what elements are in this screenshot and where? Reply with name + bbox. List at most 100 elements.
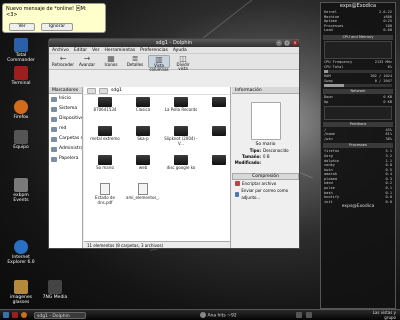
place-dispositivos[interactable]: Dispositivos de (49, 114, 82, 124)
menu-preferencias[interactable]: Preferencias (140, 47, 168, 53)
notification-ignore-button[interactable]: Ignorar (41, 23, 73, 31)
maximize-icon[interactable]: □ (284, 40, 290, 46)
menu-archivo[interactable]: Archivo (52, 47, 69, 53)
desktop-icon-terminal[interactable]: Terminal (4, 66, 38, 86)
file-item[interactable]: 870641534 (88, 96, 122, 122)
folder-icon (212, 97, 226, 107)
menu-ver[interactable]: Ver (92, 47, 99, 53)
file-item[interactable]: La Polla Records (164, 96, 198, 122)
desktop-icon-label: glasses (12, 300, 30, 305)
toolbar-label: Iconos (104, 62, 118, 67)
action-label: Enviar por correo como adjunto... (241, 188, 289, 200)
details-view-button[interactable]: ≣ Detalles (124, 55, 146, 68)
place-carpetas-usuario[interactable]: Carpetas de usu (49, 134, 82, 144)
desktop-icon-equipo[interactable]: Equipo (4, 130, 38, 150)
place-label: Administrador (59, 146, 82, 151)
monitor-row: Swap 0 / 2047 (321, 79, 395, 84)
folder-icon (98, 97, 112, 107)
notification-view-button[interactable]: Ver (9, 23, 35, 31)
file-item[interactable]: metal extremo (88, 125, 122, 151)
icons-view-button[interactable]: ▦ Iconos (100, 55, 122, 68)
columns-view-button[interactable]: ▥ Vista columnas (148, 55, 170, 72)
desktop-icon-internet-explorer[interactable]: Internet Explorer 6.0 (4, 240, 38, 265)
breadcrumb-current[interactable]: sdg1 (111, 88, 122, 93)
folder-icon (136, 126, 150, 136)
monitor-process-rows: firefox 5.1 Xorg 3.2 dolphin 1.1 conky 0.8 kwin 0… (321, 149, 395, 204)
notification-popup: Nuevo mensaje de *online! 回M: <3> Ver Ig… (2, 3, 106, 33)
desktop-icon-media[interactable]: 7NG Media (38, 280, 72, 300)
file-item[interactable]: Estado de dns.pdf (88, 183, 122, 209)
places-header: Marcadores (49, 87, 82, 94)
menu-ayuda[interactable]: Ayuda (173, 47, 187, 53)
minimize-icon[interactable]: – (276, 40, 282, 46)
desktop-icon-events[interactable]: exbpm Events (4, 178, 38, 203)
monitor-system-rows: Kernel 2.6.22 Machine i686 Uptime 0:25 Process… (321, 10, 395, 33)
monitor-processes-header: Processes (323, 143, 393, 149)
desktop-icon-firefox[interactable]: Firefox (4, 100, 38, 120)
folder-icon (98, 126, 112, 136)
system-monitor: exps@Exodica Kernel 2.6.22 Machine i686 Upti… (320, 2, 396, 309)
desktop-icon-label: Equipo (13, 145, 29, 150)
desktop-icon-label: 7NG Media (42, 295, 68, 300)
file-item[interactable]: Ska-p (126, 125, 160, 151)
start-menu-button[interactable] (3, 312, 9, 319)
file-item[interactable]: web (126, 154, 160, 180)
place-red[interactable]: red (49, 124, 82, 134)
network-icon (51, 126, 57, 132)
window-title: sdg1 - Dolphin (155, 40, 193, 46)
firefox-icon (21, 312, 27, 318)
file-item[interactable] (202, 96, 236, 122)
places-panel: Marcadores Inicio Sistema Dispositivos d… (49, 87, 83, 248)
back-button[interactable]: ← Retroceder (52, 55, 74, 68)
computer-icon (14, 130, 28, 144)
file-item[interactable] (202, 125, 236, 151)
toolbar-label: Retroceder (52, 62, 74, 67)
folder-icon (136, 155, 150, 165)
place-inicio[interactable]: Inicio (49, 94, 82, 104)
action-label: Encriptar archivo (242, 181, 277, 186)
action-encrypt[interactable]: Encriptar archivo (232, 180, 299, 187)
window-titlebar[interactable]: sdg1 - Dolphin – □ × (49, 39, 299, 47)
tray-volume[interactable] (296, 312, 302, 319)
file-item[interactable]: disc google ko (164, 154, 198, 180)
close-icon[interactable]: × (292, 40, 298, 46)
taskbar-window-dolphin[interactable]: sdg1 - Dolphin (34, 312, 86, 319)
desktop-icon-total-commander[interactable]: Total Commander (4, 38, 38, 63)
menu-herramientas[interactable]: Herramientas (105, 47, 136, 53)
document-icon (100, 183, 110, 195)
file-item[interactable]: ami_elementos_... (126, 183, 160, 209)
desktop-icon-imagenes[interactable]: imagenes glasses (4, 280, 38, 305)
menu-editar[interactable]: Editar (74, 47, 87, 53)
launcher-terminal[interactable] (12, 312, 18, 319)
desktop-icon-label: Commander (7, 58, 35, 63)
monitor-key: Load (324, 28, 333, 33)
place-papelera[interactable]: Papelera (49, 154, 82, 164)
monitor-key: init (324, 199, 333, 204)
file-item[interactable]: Clasica (126, 96, 160, 122)
place-administrador[interactable]: Administrador (49, 144, 82, 154)
monitor-key: Swap (324, 78, 333, 83)
breadcrumb-button[interactable] (87, 87, 96, 94)
info-key: Tamaño: (242, 154, 261, 159)
tray-network[interactable] (306, 312, 312, 319)
forward-button[interactable]: → Avanzar (76, 55, 98, 68)
place-label: Inicio (59, 96, 71, 101)
file-item[interactable]: Slipknot (2004) - V... (164, 125, 198, 151)
action-email[interactable]: Enviar por correo como adjunto... (232, 187, 299, 201)
place-sistema[interactable]: Sistema (49, 104, 82, 114)
split-view-button[interactable]: ◫ Dividir vista (172, 55, 194, 71)
launcher-firefox[interactable] (21, 312, 27, 319)
info-panel: Información So mario Tipo: Desconocido Ta… (232, 87, 299, 248)
clock-line: grupo (384, 315, 396, 320)
taskbar-clock[interactable]: Las vistas y grupo (356, 310, 396, 320)
media-label: Ana hits ~92 (207, 313, 237, 319)
monitor-value: 6% (387, 64, 392, 69)
file-item[interactable] (202, 154, 236, 180)
media-player-applet[interactable]: Ana hits ~92 (200, 312, 237, 319)
desktop-icon-label: Firefox (13, 115, 29, 120)
file-name: La Polla Records (164, 107, 198, 112)
breadcrumb-button[interactable] (99, 87, 108, 94)
file-grid: 870641534 Clasica La Polla Records metal ex… (86, 96, 228, 209)
file-name: So mario (96, 165, 114, 170)
file-item[interactable]: So mario (88, 154, 122, 180)
